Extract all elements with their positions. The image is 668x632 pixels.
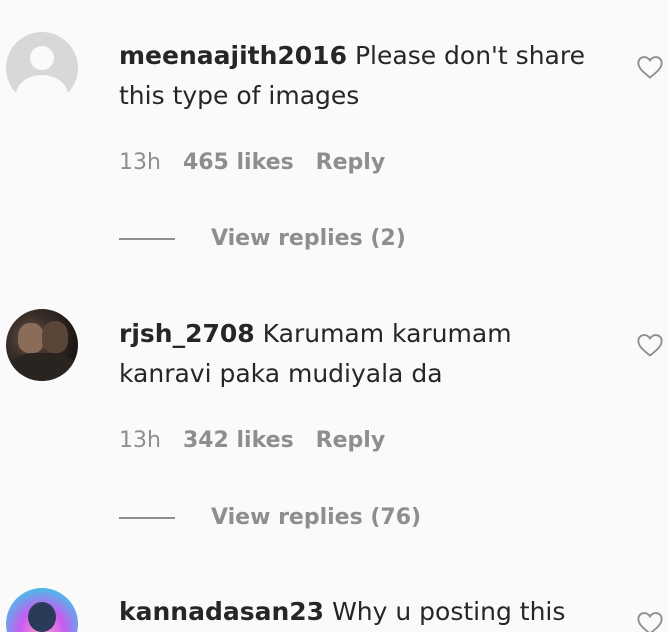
comment-time: 13h bbox=[119, 428, 161, 453]
comment-username[interactable]: rjsh_2708 bbox=[119, 319, 255, 348]
heart-icon[interactable] bbox=[636, 332, 664, 358]
replies-divider bbox=[119, 237, 175, 240]
view-replies-button[interactable]: View replies (76) bbox=[119, 505, 421, 530]
avatar-body-shape bbox=[10, 353, 76, 381]
comment-text: meenaajith2016 Please don't share this ty… bbox=[119, 36, 599, 116]
view-replies-button[interactable]: View replies (2) bbox=[119, 226, 406, 251]
avatar-figure-shape bbox=[18, 323, 44, 353]
comment-likes[interactable]: 465 likes bbox=[183, 150, 294, 175]
avatar-head-shape bbox=[30, 46, 54, 70]
comment-text: rjsh_2708 Karumam karumam kanravi paka mu… bbox=[119, 314, 599, 394]
comment-meta: 13h 465 likes Reply bbox=[119, 150, 407, 175]
comments-list: meenaajith2016 Please don't share this ty… bbox=[0, 0, 668, 632]
view-replies-label: View replies (2) bbox=[211, 226, 406, 251]
comment-time: 13h bbox=[119, 150, 161, 175]
comment-username[interactable]: meenaajith2016 bbox=[119, 41, 347, 70]
comment-username[interactable]: kannadasan23 bbox=[119, 597, 324, 626]
reply-button[interactable]: Reply bbox=[316, 428, 386, 453]
view-replies-label: View replies (76) bbox=[211, 505, 422, 530]
comment-meta: 13h 342 likes Reply bbox=[119, 428, 407, 453]
reply-button[interactable]: Reply bbox=[316, 150, 386, 175]
avatar[interactable] bbox=[6, 588, 78, 632]
avatar[interactable] bbox=[6, 309, 78, 381]
heart-icon[interactable] bbox=[636, 54, 664, 80]
comment-likes[interactable]: 342 likes bbox=[183, 428, 294, 453]
avatar[interactable] bbox=[6, 32, 78, 104]
replies-divider bbox=[119, 516, 175, 519]
comment-body: Why u posting this bbox=[332, 597, 566, 626]
comment-text: kannadasan23 Why u posting this bbox=[119, 592, 599, 632]
avatar-figure-shape bbox=[42, 321, 68, 353]
heart-icon[interactable] bbox=[636, 610, 664, 632]
avatar-face-shape bbox=[28, 602, 56, 632]
avatar-shoulders-shape bbox=[16, 75, 68, 104]
